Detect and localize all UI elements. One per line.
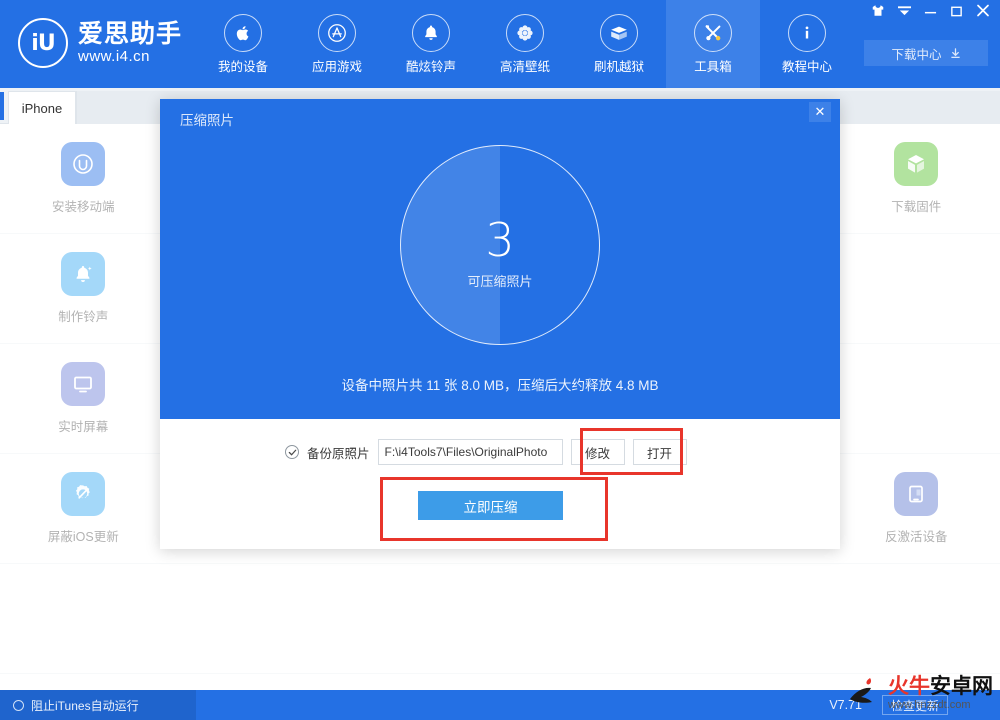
box-icon [600, 13, 638, 52]
bell-icon [412, 13, 450, 52]
site-watermark: 火牛安卓网 www.hnzzdt.com [844, 668, 996, 718]
main-nav: 我的设备 应用游戏 酷炫铃声 高清壁纸 刷机越狱 工具箱 教程中心 [196, 0, 854, 88]
maximize-icon[interactable] [950, 5, 963, 17]
backup-row: 备份原照片 F:\i4Tools7\Files\OriginalPhoto 修改… [285, 439, 687, 465]
block-itunes-toggle[interactable]: 阻止iTunes自动运行 [0, 690, 196, 720]
menu-icon[interactable] [898, 5, 911, 17]
compress-photos-dialog: 压缩照片 ✕ 3 可压缩照片 设备中照片共 11 张 8.0 MB，压缩后大约释… [160, 99, 840, 549]
dialog-title: 压缩照片 [180, 113, 234, 128]
nav-label: 教程中心 [781, 59, 832, 74]
dial-center: 3 可压缩照片 [400, 145, 600, 345]
bull-logo-icon [850, 678, 872, 703]
app-header: iU 爱思助手 www.i4.cn 我的设备 应用游戏 酷炫铃声 高清壁纸 刷机… [0, 0, 1000, 88]
skin-icon[interactable] [871, 4, 885, 17]
watermark-title-black: 安卓网 [930, 674, 993, 698]
flower-icon [506, 13, 544, 52]
brand-logo: iU 爱思助手 www.i4.cn [18, 18, 182, 68]
compress-now-button[interactable]: 立即压缩 [418, 491, 563, 520]
modify-button[interactable]: 修改 [570, 439, 625, 465]
check-icon [288, 449, 296, 456]
download-center-button[interactable]: 下载中心 [864, 40, 988, 66]
nav-label: 酷炫铃声 [405, 59, 456, 74]
apple-icon [224, 13, 262, 52]
download-center-label: 下载中心 [891, 47, 942, 62]
nav-item-toolbox[interactable]: 工具箱 [666, 0, 760, 88]
watermark-title-red: 火牛 [888, 674, 930, 698]
tools-icon [694, 13, 732, 52]
nav-item-flash-jailbreak[interactable]: 刷机越狱 [572, 0, 666, 88]
dial-count: 3 [485, 212, 515, 267]
minimize-icon[interactable] [924, 5, 937, 17]
appstore-icon [318, 13, 356, 52]
nav-item-apps-games[interactable]: 应用游戏 [290, 0, 384, 88]
brand-title: 爱思助手 [78, 20, 183, 48]
photos-summary-text: 设备中照片共 11 张 8.0 MB，压缩后大约释放 4.8 MB [341, 378, 659, 393]
nav-label: 应用游戏 [311, 59, 362, 74]
block-itunes-label: 阻止iTunes自动运行 [31, 698, 139, 713]
dialog-close-icon[interactable]: ✕ [809, 102, 831, 122]
radio-icon [13, 699, 24, 711]
nav-item-tutorials[interactable]: 教程中心 [760, 0, 854, 88]
backup-path-input[interactable]: F:\i4Tools7\Files\OriginalPhoto [377, 439, 563, 465]
app-window: iU 爱思助手 www.i4.cn 我的设备 应用游戏 酷炫铃声 高清壁纸 刷机… [0, 0, 1000, 720]
dial-caption: 可压缩照片 [467, 273, 533, 289]
open-button[interactable]: 打开 [632, 439, 687, 465]
download-icon [950, 47, 960, 58]
backup-checkbox[interactable] [285, 445, 299, 459]
tab-iphone[interactable]: iPhone [8, 91, 76, 124]
brand-url: www.i4.cn [78, 48, 151, 66]
nav-item-my-device[interactable]: 我的设备 [196, 0, 290, 88]
nav-label: 我的设备 [217, 59, 268, 74]
nav-label: 刷机越狱 [593, 59, 644, 74]
backup-label: 备份原照片 [307, 446, 370, 461]
nav-item-ringtones[interactable]: 酷炫铃声 [384, 0, 478, 88]
dialog-header: 压缩照片 ✕ 3 可压缩照片 设备中照片共 11 张 8.0 MB，压缩后大约释… [160, 99, 840, 419]
close-icon[interactable] [976, 4, 990, 17]
watermark-title: 火牛安卓网 [888, 676, 993, 697]
nav-label: 高清壁纸 [499, 59, 550, 74]
watermark-url: www.hnzzdt.com [888, 698, 971, 711]
window-controls [871, 4, 990, 17]
compressible-dial: 3 可压缩照片 [400, 145, 600, 345]
nav-label: 工具箱 [694, 59, 732, 74]
info-icon [788, 13, 826, 52]
brand-mark-icon: iU [18, 18, 68, 68]
nav-item-wallpaper[interactable]: 高清壁纸 [478, 0, 572, 88]
dialog-body: 备份原照片 F:\i4Tools7\Files\OriginalPhoto 修改… [160, 419, 840, 549]
sidebar-accent-bar [0, 92, 4, 120]
